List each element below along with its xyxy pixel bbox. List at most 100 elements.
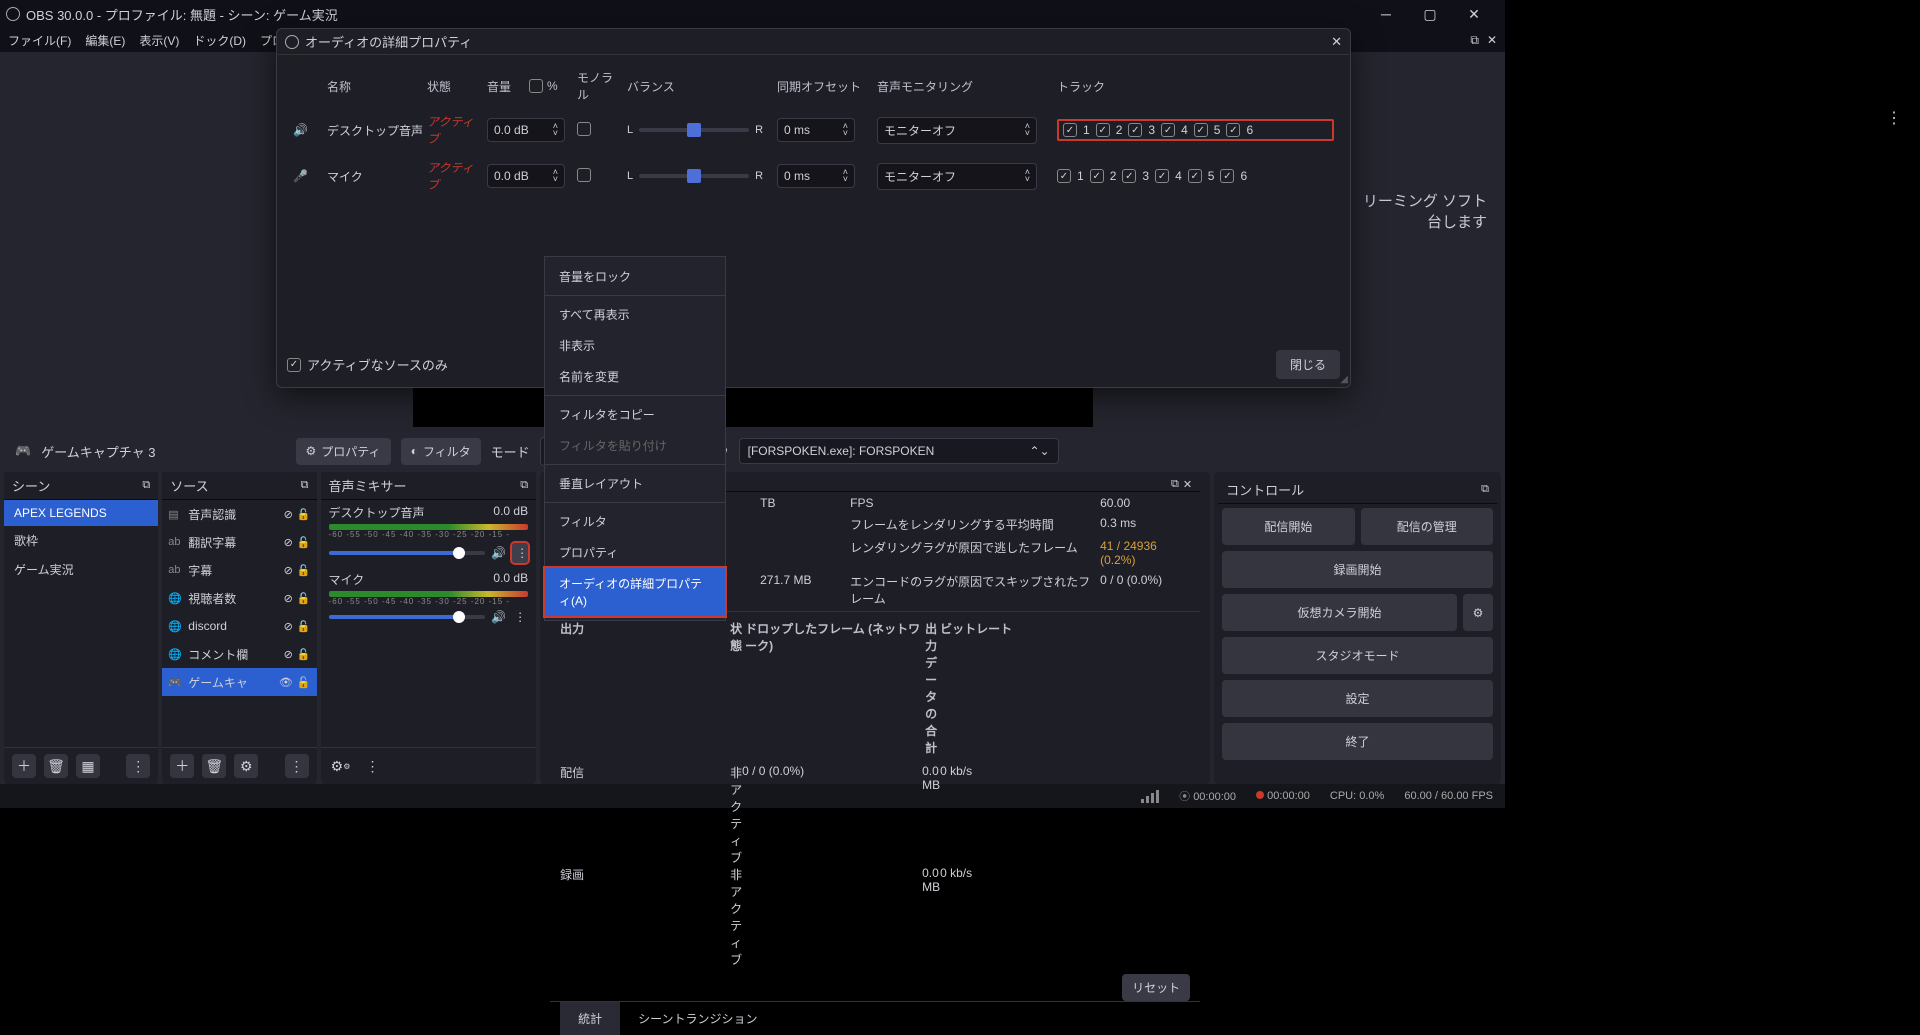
track-5-checkbox[interactable] bbox=[1188, 169, 1202, 183]
source-item[interactable]: 🌐discord⊘🔓 bbox=[162, 612, 316, 640]
scene-item[interactable]: APEX LEGENDS bbox=[4, 500, 158, 526]
dialog-close-button[interactable]: ✕ bbox=[1331, 34, 1342, 50]
manage-stream-button[interactable]: 配信の管理 bbox=[1361, 508, 1493, 545]
visibility-icon[interactable]: ⊘ bbox=[284, 592, 293, 605]
window-select[interactable]: [FORSPOKEN.exe]: FORSPOKEN⌃⌄ bbox=[739, 438, 1059, 464]
volume-slider[interactable] bbox=[329, 551, 486, 555]
dialog-close-btn[interactable]: 閉じる bbox=[1276, 350, 1340, 379]
menu-edit[interactable]: 編集(E) bbox=[85, 32, 125, 49]
exit-button[interactable]: 終了 bbox=[1222, 723, 1493, 760]
close-button[interactable]: ✕ bbox=[1459, 6, 1489, 23]
popout-icon[interactable]: ⧉ bbox=[301, 479, 309, 492]
scene-item[interactable]: ゲーム実況 bbox=[4, 555, 158, 584]
mono-checkbox[interactable] bbox=[577, 122, 591, 136]
track-3-checkbox[interactable] bbox=[1128, 123, 1142, 137]
balance-slider[interactable]: LR bbox=[625, 164, 775, 188]
lock-icon[interactable]: 🔓 bbox=[297, 564, 311, 577]
source-item[interactable]: ab字幕⊘🔓 bbox=[162, 556, 316, 584]
source-item[interactable]: 🌐視聴者数⊘🔓 bbox=[162, 584, 316, 612]
source-more-button[interactable]: ⋮ bbox=[285, 754, 309, 778]
lock-icon[interactable]: 🔓 bbox=[297, 508, 311, 521]
minimize-button[interactable]: ─ bbox=[1371, 6, 1401, 23]
context-menu-item[interactable]: フィルタをコピー bbox=[545, 399, 725, 430]
popout-icon[interactable]: ⧉ bbox=[1171, 478, 1179, 491]
context-menu-item[interactable]: 非表示 bbox=[545, 330, 725, 361]
tab-transitions[interactable]: シーントランジション bbox=[620, 1002, 775, 1035]
virtual-cam-settings-button[interactable]: ⚙ bbox=[1463, 594, 1493, 631]
volume-slider[interactable] bbox=[329, 615, 486, 619]
track-1-checkbox[interactable] bbox=[1057, 169, 1071, 183]
visibility-icon[interactable]: ⊘ bbox=[284, 564, 293, 577]
lock-icon[interactable]: 🔓 bbox=[297, 648, 311, 661]
monitor-select[interactable]: モニターオフ˄˅ bbox=[877, 117, 1037, 144]
context-menu-item[interactable]: オーディオの詳細プロパティ(A) bbox=[545, 568, 725, 616]
visibility-icon[interactable]: ⊘ bbox=[284, 620, 293, 633]
popout-icon[interactable]: ⧉ bbox=[1481, 483, 1489, 496]
track-1-checkbox[interactable] bbox=[1063, 123, 1077, 137]
visibility-icon[interactable]: ⊘ bbox=[284, 508, 293, 521]
active-only-checkbox[interactable] bbox=[287, 358, 301, 372]
source-props-button[interactable]: ⚙ bbox=[234, 754, 258, 778]
lock-icon[interactable]: 🔓 bbox=[297, 536, 311, 549]
track-menu-button[interactable]: ⋮ bbox=[512, 610, 528, 624]
maximize-button[interactable]: ▢ bbox=[1415, 6, 1445, 23]
menu-file[interactable]: ファイル(F) bbox=[8, 32, 71, 49]
volume-spinbox[interactable]: 0.0 dB˄˅ bbox=[487, 118, 565, 142]
menu-dock[interactable]: ドック(D) bbox=[193, 32, 246, 49]
volume-spinbox[interactable]: 0.0 dB˄˅ bbox=[487, 164, 565, 188]
settings-button[interactable]: 設定 bbox=[1222, 680, 1493, 717]
scene-add-button[interactable]: ＋ bbox=[12, 754, 36, 778]
reset-button[interactable]: リセット bbox=[1122, 974, 1190, 1001]
context-menu-item[interactable]: 垂直レイアウト bbox=[545, 468, 725, 499]
scene-more-button[interactable]: ⋮ bbox=[126, 754, 150, 778]
track-menu-button[interactable]: ⋮ bbox=[512, 543, 528, 563]
source-remove-button[interactable]: 🗑 bbox=[202, 754, 226, 778]
popout-icon[interactable]: ⧉ bbox=[520, 479, 528, 492]
context-menu-item[interactable]: フィルタ bbox=[545, 506, 725, 537]
track-2-checkbox[interactable] bbox=[1096, 123, 1110, 137]
lock-icon[interactable]: 🔓 bbox=[297, 592, 311, 605]
dock-popout-icon[interactable]: ⧉ bbox=[1470, 33, 1479, 48]
scene-filter-button[interactable]: ▦ bbox=[76, 754, 100, 778]
source-item[interactable]: ab翻訳字幕⊘🔓 bbox=[162, 528, 316, 556]
monitor-select[interactable]: モニターオフ˄˅ bbox=[877, 163, 1037, 190]
visibility-icon[interactable]: ⊘ bbox=[284, 536, 293, 549]
context-menu-item[interactable]: すべて再表示 bbox=[545, 299, 725, 330]
sync-spinbox[interactable]: 0 ms˄˅ bbox=[777, 164, 855, 188]
context-menu-item[interactable]: プロパティ bbox=[545, 537, 725, 568]
properties-button[interactable]: ⚙プロパティ bbox=[296, 438, 391, 465]
visibility-icon[interactable]: ⊘ bbox=[284, 648, 293, 661]
source-item[interactable]: 🎮ゲームキャ👁🔓 bbox=[162, 668, 316, 696]
start-stream-button[interactable]: 配信開始 bbox=[1222, 508, 1354, 545]
track-4-checkbox[interactable] bbox=[1155, 169, 1169, 183]
tab-stats[interactable]: 統計 bbox=[560, 1002, 620, 1035]
mixer-advanced-button[interactable]: ⚙⚙ bbox=[329, 754, 353, 778]
popout-icon[interactable]: ⧉ bbox=[142, 479, 150, 492]
dock-close-icon[interactable]: ✕ bbox=[1487, 33, 1497, 48]
speaker-icon[interactable]: 🔊 bbox=[491, 546, 506, 560]
source-add-button[interactable]: ＋ bbox=[170, 754, 194, 778]
track-3-checkbox[interactable] bbox=[1122, 169, 1136, 183]
mixer-menu-button[interactable]: ⋮ bbox=[361, 754, 385, 778]
mono-checkbox[interactable] bbox=[577, 168, 591, 182]
scene-remove-button[interactable]: 🗑 bbox=[44, 754, 68, 778]
virtual-cam-button[interactable]: 仮想カメラ開始 bbox=[1222, 594, 1457, 631]
track-4-checkbox[interactable] bbox=[1161, 123, 1175, 137]
sync-spinbox[interactable]: 0 ms˄˅ bbox=[777, 118, 855, 142]
close-icon[interactable]: ✕ bbox=[1183, 478, 1192, 491]
track-6-checkbox[interactable] bbox=[1226, 123, 1240, 137]
lock-icon[interactable]: 🔓 bbox=[297, 620, 311, 633]
studio-mode-button[interactable]: スタジオモード bbox=[1222, 637, 1493, 674]
context-menu-item[interactable]: 音量をロック bbox=[545, 261, 725, 292]
percent-checkbox[interactable] bbox=[529, 79, 543, 93]
speaker-icon[interactable]: 🔊 bbox=[491, 610, 506, 624]
scene-item[interactable]: 歌枠 bbox=[4, 526, 158, 555]
filter-button[interactable]: ◐フィルタ bbox=[401, 438, 481, 465]
source-item[interactable]: 🌐コメント欄⊘🔓 bbox=[162, 640, 316, 668]
track-2-checkbox[interactable] bbox=[1090, 169, 1104, 183]
track-5-checkbox[interactable] bbox=[1194, 123, 1208, 137]
menu-view[interactable]: 表示(V) bbox=[139, 32, 179, 49]
visibility-icon[interactable]: 👁 bbox=[279, 676, 293, 689]
track-6-checkbox[interactable] bbox=[1220, 169, 1234, 183]
lock-icon[interactable]: 🔓 bbox=[297, 676, 311, 689]
